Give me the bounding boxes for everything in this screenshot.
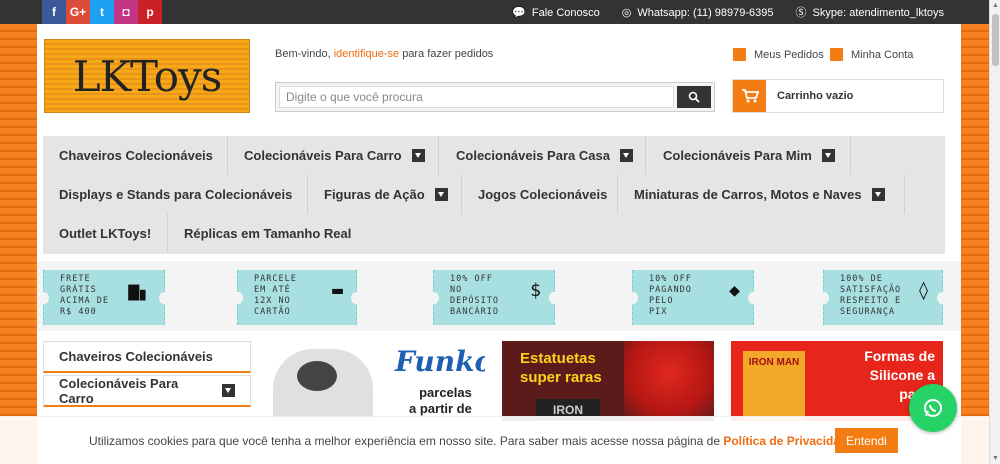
welcome-text: Bem-vindo, identifique-se para fazer ped… — [275, 48, 494, 60]
nav-item-displays[interactable]: Displays e Stands para Colecionáveis — [43, 175, 308, 214]
pinterest-icon[interactable]: p — [138, 0, 162, 24]
money-hand-icon: $ — [530, 280, 542, 301]
funko-logo: Funko — [395, 345, 485, 378]
nav-item-colecionaveis-mim[interactable]: Colecionáveis Para Mim — [646, 136, 851, 175]
nav-item-miniaturas[interactable]: Miniaturas de Carros, Motos e Naves — [618, 175, 905, 214]
main-navigation: Chaveiros Colecionáveis Colecionáveis Pa… — [43, 136, 945, 254]
chevron-down-icon — [619, 149, 633, 162]
benefits-strip: Frete grátis acima de R$ 400 ▆▖ Parcele em a… — [37, 261, 961, 331]
funko-figure-eye — [297, 361, 337, 391]
google-plus-icon[interactable]: G+ — [66, 0, 90, 24]
scrollbar[interactable]: ▲ ▼ — [989, 0, 1000, 464]
top-bar: f G+ t ◘ p 💬 Fale Conosco ◎ Whatsapp: (11)… — [0, 0, 989, 24]
scroll-down-icon[interactable]: ▼ — [990, 455, 1000, 462]
nav-item-colecionaveis-casa[interactable]: Colecionáveis Para Casa — [439, 136, 646, 175]
twitter-icon[interactable]: t — [90, 0, 114, 24]
benefit-free-shipping: Frete grátis acima de R$ 400 ▆▖ — [39, 270, 169, 325]
page-container: LKToys Bem-vindo, identifique-se para fa… — [37, 24, 961, 464]
nav-item-chaveiros[interactable]: Chaveiros Colecionáveis — [43, 136, 228, 175]
banner-estatuetas[interactable]: Estatuetas super raras IRON — [502, 341, 714, 421]
chevron-down-icon — [871, 188, 885, 201]
login-link[interactable]: identifique-se — [334, 48, 399, 60]
chevron-down-icon — [411, 149, 425, 162]
instagram-icon[interactable]: ◘ — [114, 0, 138, 24]
nav-item-figuras-acao[interactable]: Figuras de Ação — [308, 175, 462, 214]
benefit-pix: 10% off pagando pelo pix ◆ — [628, 270, 758, 325]
chat-icon: 💬 — [512, 6, 526, 19]
social-links: f G+ t ◘ p — [42, 0, 162, 24]
nav-item-colecionaveis-carro[interactable]: Colecionáveis Para Carro — [228, 136, 439, 175]
chevron-down-icon — [434, 188, 448, 201]
pix-icon: ◆ — [729, 280, 741, 301]
nav-item-replicas[interactable]: Réplicas em Tamanho Real — [168, 214, 368, 253]
deadpool-image — [624, 341, 714, 421]
whatsapp-icon: ◎ — [621, 6, 632, 19]
credit-card-icon: ▬ — [332, 280, 344, 301]
nav-item-outlet[interactable]: Outlet LKToys! — [43, 214, 168, 253]
cart-button[interactable]: Carrinho vazio — [732, 79, 944, 113]
orders-icon — [733, 48, 746, 61]
whatsapp-float-button[interactable] — [909, 384, 957, 432]
whatsapp-link[interactable]: ◎ Whatsapp: (11) 98979-6395 — [622, 6, 774, 19]
skype-link[interactable]: Ⓢ Skype: atendimento_lktoys — [796, 4, 944, 20]
cookie-text: Utilizamos cookies para que você tenha a… — [89, 434, 855, 448]
search-icon — [688, 91, 700, 103]
logo[interactable]: LKToys — [44, 39, 250, 113]
shopping-bag-icon: ◊ — [918, 280, 930, 301]
accept-cookies-button[interactable]: Entendi — [835, 428, 898, 453]
orders-link[interactable]: Meus Pedidos — [733, 48, 824, 61]
search-box: Digite o que você procura — [275, 82, 715, 112]
truck-icon: ▆▖ — [128, 280, 152, 301]
scrollbar-thumb[interactable] — [992, 14, 999, 66]
banner-funko[interactable]: Funko parcelas a partir de — [273, 341, 485, 421]
benefit-satisfaction: 100% de satisfação respeito e segurança ◊ — [819, 270, 947, 325]
skype-icon: Ⓢ — [795, 7, 807, 19]
sidebar-item-colecionaveis-carro[interactable]: Colecionáveis Para Carro — [43, 375, 251, 407]
account-link[interactable]: Minha Conta — [830, 48, 913, 61]
cart-icon — [733, 80, 766, 112]
contact-link[interactable]: 💬 Fale Conosco — [512, 6, 600, 19]
top-links: 💬 Fale Conosco ◎ Whatsapp: (11) 98979-6395… — [512, 0, 944, 24]
user-icon — [830, 48, 843, 61]
benefit-bank-deposit: 10% off no depósito bancário $ — [429, 270, 559, 325]
scroll-up-icon[interactable]: ▲ — [990, 2, 1000, 9]
search-input[interactable]: Digite o que você procura — [279, 86, 674, 108]
chevron-down-icon — [222, 384, 235, 397]
search-button[interactable] — [677, 86, 711, 108]
sidebar-categories: Chaveiros Colecionáveis Colecionáveis Pa… — [43, 341, 251, 409]
benefit-installments: Parcele em até 12x no cartão ▬ — [233, 270, 361, 325]
facebook-icon[interactable]: f — [42, 0, 66, 24]
cookie-banner: Utilizamos cookies para que você tenha a… — [0, 416, 989, 464]
nav-item-jogos[interactable]: Jogos Colecionáveis — [462, 175, 618, 214]
whatsapp-icon — [924, 399, 942, 417]
chevron-down-icon — [821, 149, 835, 162]
sidebar-item-chaveiros[interactable]: Chaveiros Colecionáveis — [43, 341, 251, 373]
